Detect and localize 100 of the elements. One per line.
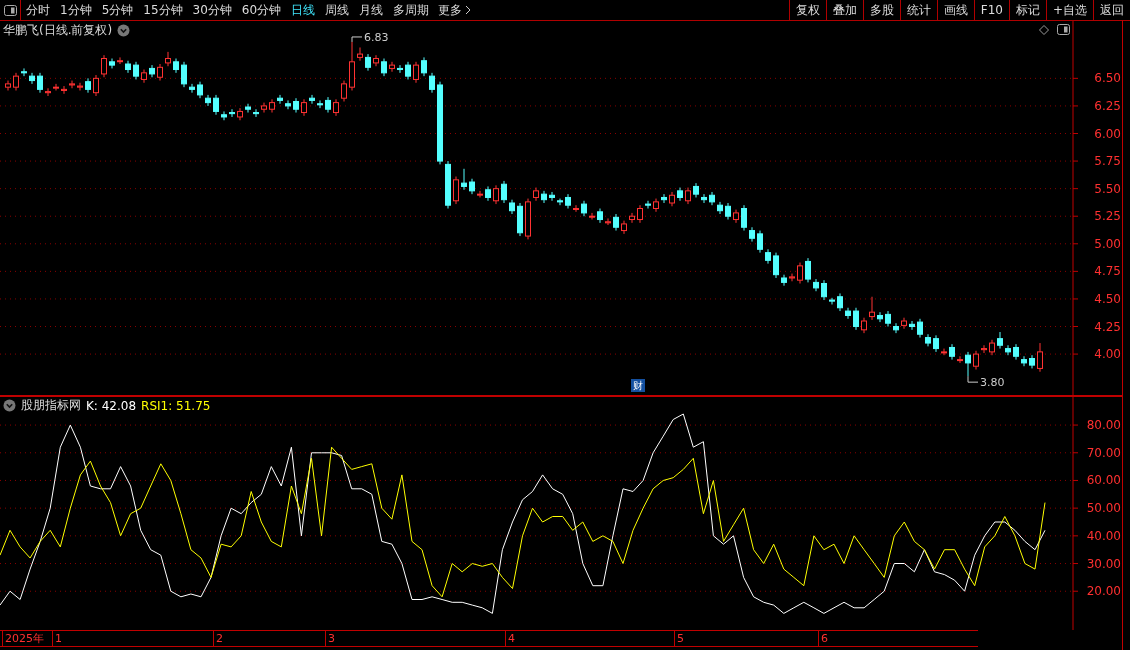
candle: [53, 83, 59, 91]
candle: [685, 187, 691, 205]
candle: [1021, 355, 1027, 367]
axis-label: 4.75: [1094, 264, 1121, 279]
candle: [317, 99, 323, 109]
candle: [789, 273, 795, 282]
candle: [469, 178, 475, 195]
period-tab[interactable]: 60分钟: [236, 0, 287, 20]
axis-label: 80.00: [1086, 418, 1121, 433]
date-label: 4: [505, 631, 515, 646]
leader-line: [351, 36, 363, 43]
toolbar-button[interactable]: +自选: [1045, 0, 1093, 20]
candle: [861, 317, 867, 334]
axis-label: 5.50: [1094, 181, 1121, 196]
candle: [397, 64, 403, 74]
axis-label: 5.75: [1094, 154, 1121, 169]
candle: [725, 202, 731, 221]
period-tab[interactable]: 周线: [320, 0, 355, 20]
date-label: 2: [213, 631, 223, 646]
diamond-icon[interactable]: [1039, 24, 1049, 35]
panel-toggle-icon[interactable]: [1057, 24, 1070, 35]
chevron-icon[interactable]: [3, 399, 16, 412]
candle: [773, 252, 779, 279]
toolbar-button[interactable]: 画线: [936, 0, 974, 20]
more-button[interactable]: 更多: [434, 0, 476, 20]
toolbar-button[interactable]: 叠加: [825, 0, 863, 20]
toolbar-button[interactable]: 标记: [1008, 0, 1046, 20]
candle: [461, 168, 467, 191]
candle: [877, 311, 883, 323]
candle: [669, 191, 675, 207]
candle: [309, 94, 315, 105]
candle: [405, 61, 411, 80]
period-tab[interactable]: 日线: [286, 0, 321, 20]
toolbar-button[interactable]: F10: [973, 0, 1009, 20]
candle: [365, 53, 371, 72]
candle: [165, 51, 171, 67]
candle: [805, 257, 811, 283]
axis-label: 5.25: [1094, 209, 1121, 224]
finance-badge[interactable]: 财: [631, 379, 645, 392]
candle: [821, 279, 827, 301]
period-tab[interactable]: 30分钟: [187, 0, 237, 20]
candle: [501, 180, 507, 204]
candle: [13, 72, 19, 91]
candle: [509, 199, 515, 215]
candle: [5, 80, 11, 91]
period-tab[interactable]: 多周期: [388, 0, 435, 20]
panel-toggle-icon[interactable]: [3, 4, 17, 16]
candle: [477, 190, 483, 198]
candle: [333, 98, 339, 117]
candle: [733, 209, 739, 224]
axis-label: 6.00: [1094, 126, 1121, 141]
period-tab[interactable]: 分时: [21, 0, 55, 20]
candle: [981, 344, 987, 354]
toolbar-button[interactable]: 统计: [899, 0, 937, 20]
candle: [605, 217, 611, 226]
toolbar-button[interactable]: 多股: [862, 0, 900, 20]
period-tab[interactable]: 5分钟: [96, 0, 139, 20]
candle: [269, 98, 275, 114]
candle: [693, 182, 699, 198]
candle: [93, 74, 99, 97]
candle: [613, 213, 619, 232]
candle: [557, 198, 563, 206]
candle: [221, 110, 227, 121]
candle: [565, 193, 571, 209]
candle: [109, 58, 115, 69]
chevron-icon[interactable]: [117, 24, 131, 37]
date-label: 6: [818, 631, 828, 646]
candle: [1005, 344, 1011, 356]
axis-label: 40.00: [1086, 528, 1121, 543]
candle: [813, 278, 819, 292]
period-tab[interactable]: 月线: [354, 0, 389, 20]
candle: [853, 307, 859, 331]
candle: [845, 307, 851, 320]
candle: [989, 339, 995, 356]
axis-label: 60.00: [1086, 473, 1121, 488]
candle: [581, 200, 587, 217]
toolbar-button[interactable]: 复权: [788, 0, 826, 20]
candle: [997, 331, 1003, 350]
candle: [645, 200, 651, 209]
indicator-readout: K: 42.08: [86, 398, 137, 413]
candle: [901, 317, 907, 330]
candle: [357, 46, 363, 62]
candle: [245, 103, 251, 114]
candle: [173, 58, 179, 74]
candle: [949, 343, 955, 361]
candle: [285, 99, 291, 110]
toolbar-button[interactable]: 返回: [1093, 0, 1130, 20]
period-tab[interactable]: 1分钟: [55, 0, 97, 20]
candle: [973, 350, 979, 371]
candle: [381, 58, 387, 77]
candle: [661, 193, 667, 204]
candle: [925, 333, 931, 347]
period-tab[interactable]: 15分钟: [138, 0, 188, 20]
candle: [869, 296, 875, 321]
chevron-right-icon: [465, 5, 472, 15]
candle: [525, 198, 531, 240]
candle: [909, 320, 915, 331]
axis-label: 4.00: [1094, 347, 1121, 362]
axis-label: 4.50: [1094, 291, 1121, 306]
candle: [229, 108, 235, 118]
